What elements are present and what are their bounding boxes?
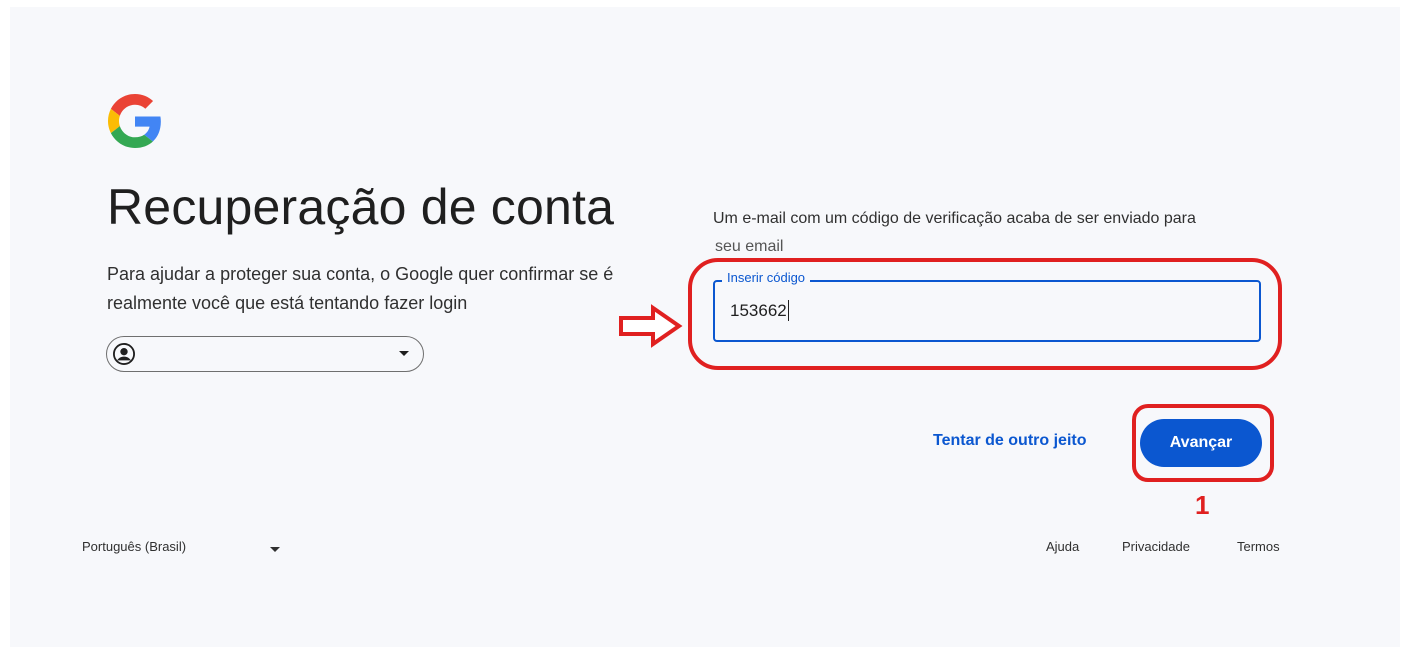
verification-info-line1: Um e-mail com um código de verificação a… [713, 210, 1196, 227]
annotation-highlight-button [1132, 404, 1274, 482]
account-chip[interactable] [106, 336, 424, 372]
terms-link[interactable]: Termos [1237, 539, 1280, 554]
language-select-label: Português (Brasil) [82, 539, 187, 554]
caret-down-icon [270, 547, 280, 552]
account-circle-icon [113, 343, 135, 365]
help-link[interactable]: Ajuda [1046, 539, 1079, 554]
google-g-icon [108, 94, 161, 148]
language-select[interactable]: Português (Brasil) [82, 539, 282, 559]
privacy-link[interactable]: Privacidade [1122, 539, 1190, 554]
annotation-arrow-icon [619, 304, 683, 348]
try-another-way-link[interactable]: Tentar de outro jeito [933, 432, 1086, 450]
annotation-highlight-field [688, 258, 1282, 370]
annotation-step-number: 1 [1195, 490, 1210, 520]
caret-down-icon [399, 351, 409, 356]
page-title: Recuperação de conta [107, 179, 615, 235]
verification-info-line2: seu email [715, 238, 784, 255]
verification-info: Um e-mail com um código de verificação a… [713, 205, 1273, 261]
page-subtitle: Para ajudar a proteger sua conta, o Goog… [107, 264, 614, 313]
